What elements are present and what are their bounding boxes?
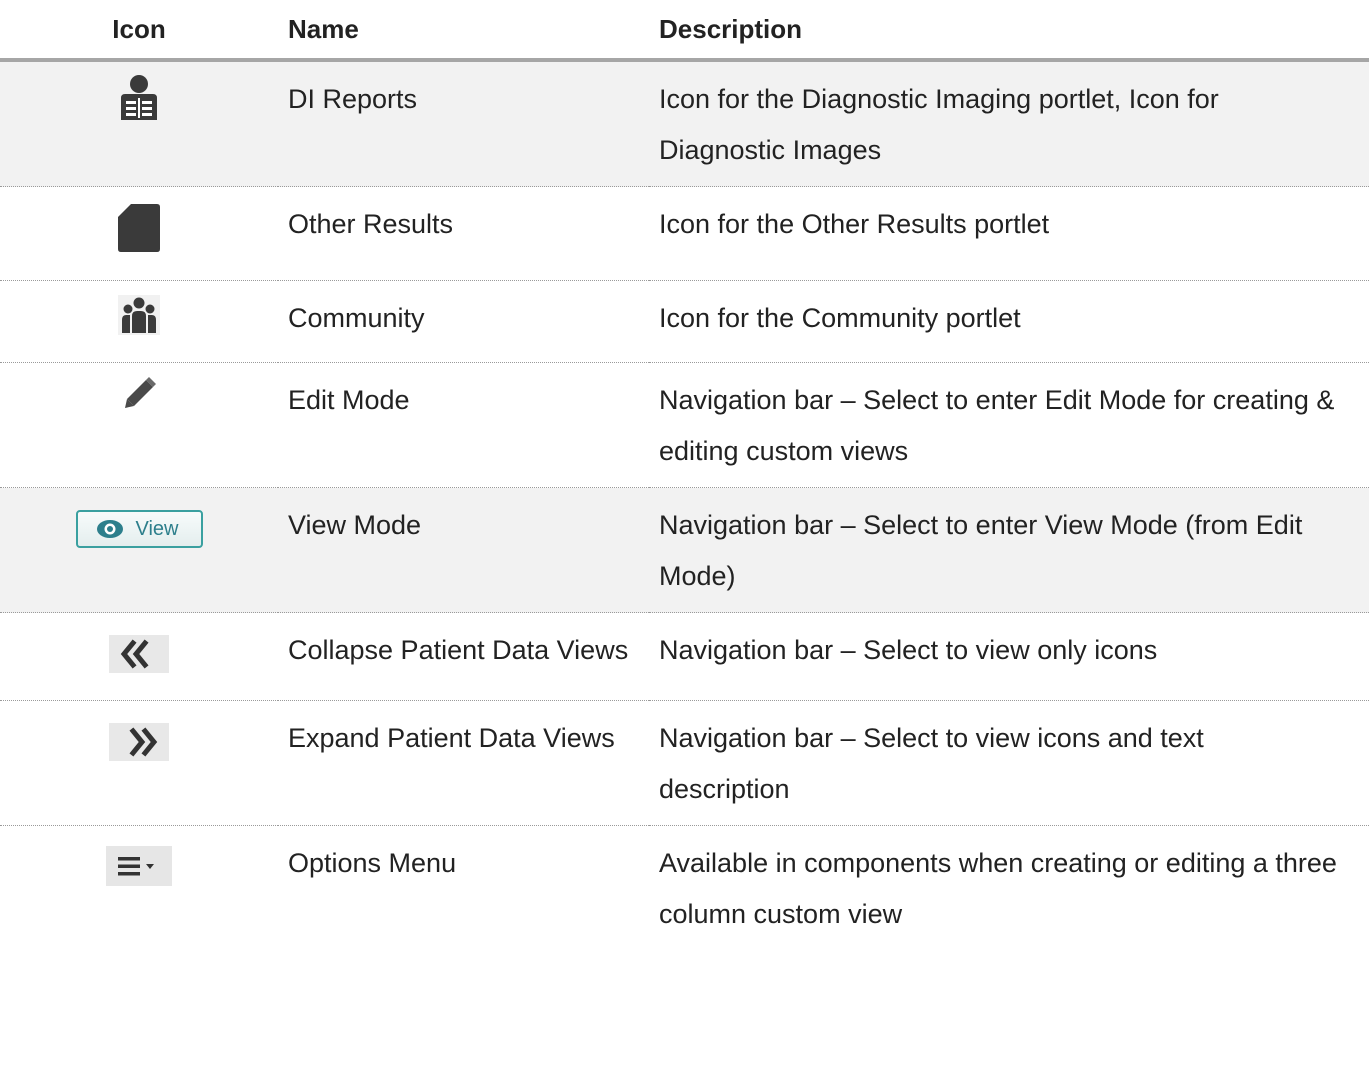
row-description: Navigation bar – Select to view only ico… — [649, 612, 1369, 701]
table-row: DI Reports Icon for the Diagnostic Imagi… — [0, 60, 1369, 187]
row-name: Other Results — [278, 186, 649, 281]
row-name: Expand Patient Data Views — [278, 700, 649, 826]
table-row: Other Results Icon for the Other Results… — [0, 186, 1369, 281]
column-header-name: Name — [278, 0, 649, 62]
row-name: Community — [278, 280, 649, 363]
row-name: Options Menu — [288, 848, 457, 878]
column-header-description: Description — [649, 0, 1369, 62]
table-row: Expand Patient Data Views Navigation bar… — [0, 700, 1369, 826]
view-button: View — [75, 510, 203, 548]
table-row: Edit Mode Navigation bar – Select to ent… — [0, 362, 1369, 488]
view-button-label: View — [135, 518, 179, 540]
row-name: Collapse Patient Data Views — [278, 612, 649, 701]
row-description: Icon for the Other Results portlet — [649, 186, 1369, 281]
icon-reference-table: Icon Name Description DI Reports Icon fo… — [0, 0, 1369, 950]
row-name: DI Reports — [278, 60, 649, 187]
double-chevron-right-icon — [109, 723, 169, 761]
row-name: Edit Mode — [278, 362, 649, 488]
double-chevron-left-icon — [109, 635, 169, 673]
row-name: View Mode — [278, 487, 649, 613]
community-icon — [118, 295, 160, 352]
table-row: Community Icon for the Community portlet — [0, 280, 1369, 363]
options-menu-icon — [106, 846, 172, 886]
table-row: Options Menu Available in components whe… — [0, 826, 1369, 951]
other-results-icon — [117, 203, 161, 270]
row-description: Icon for the Community portlet — [649, 280, 1369, 363]
row-description: Available in components when creating or… — [659, 848, 1337, 929]
row-description: Navigation bar – Select to view icons an… — [649, 700, 1369, 826]
pencil-icon — [122, 377, 156, 428]
eye-icon — [96, 520, 123, 538]
row-description: Navigation bar – Select to enter Edit Mo… — [649, 362, 1369, 488]
row-description: Icon for the Diagnostic Imaging portlet,… — [649, 60, 1369, 187]
row-description: Navigation bar – Select to enter View Mo… — [649, 487, 1369, 613]
column-header-icon: Icon — [0, 0, 278, 62]
di-reports-icon — [119, 74, 159, 139]
table-row: View View Mode Navigation bar – Select t… — [0, 487, 1369, 613]
table-header-row: Icon Name Description — [0, 0, 1369, 62]
table-row: Collapse Patient Data Views Navigation b… — [0, 612, 1369, 701]
